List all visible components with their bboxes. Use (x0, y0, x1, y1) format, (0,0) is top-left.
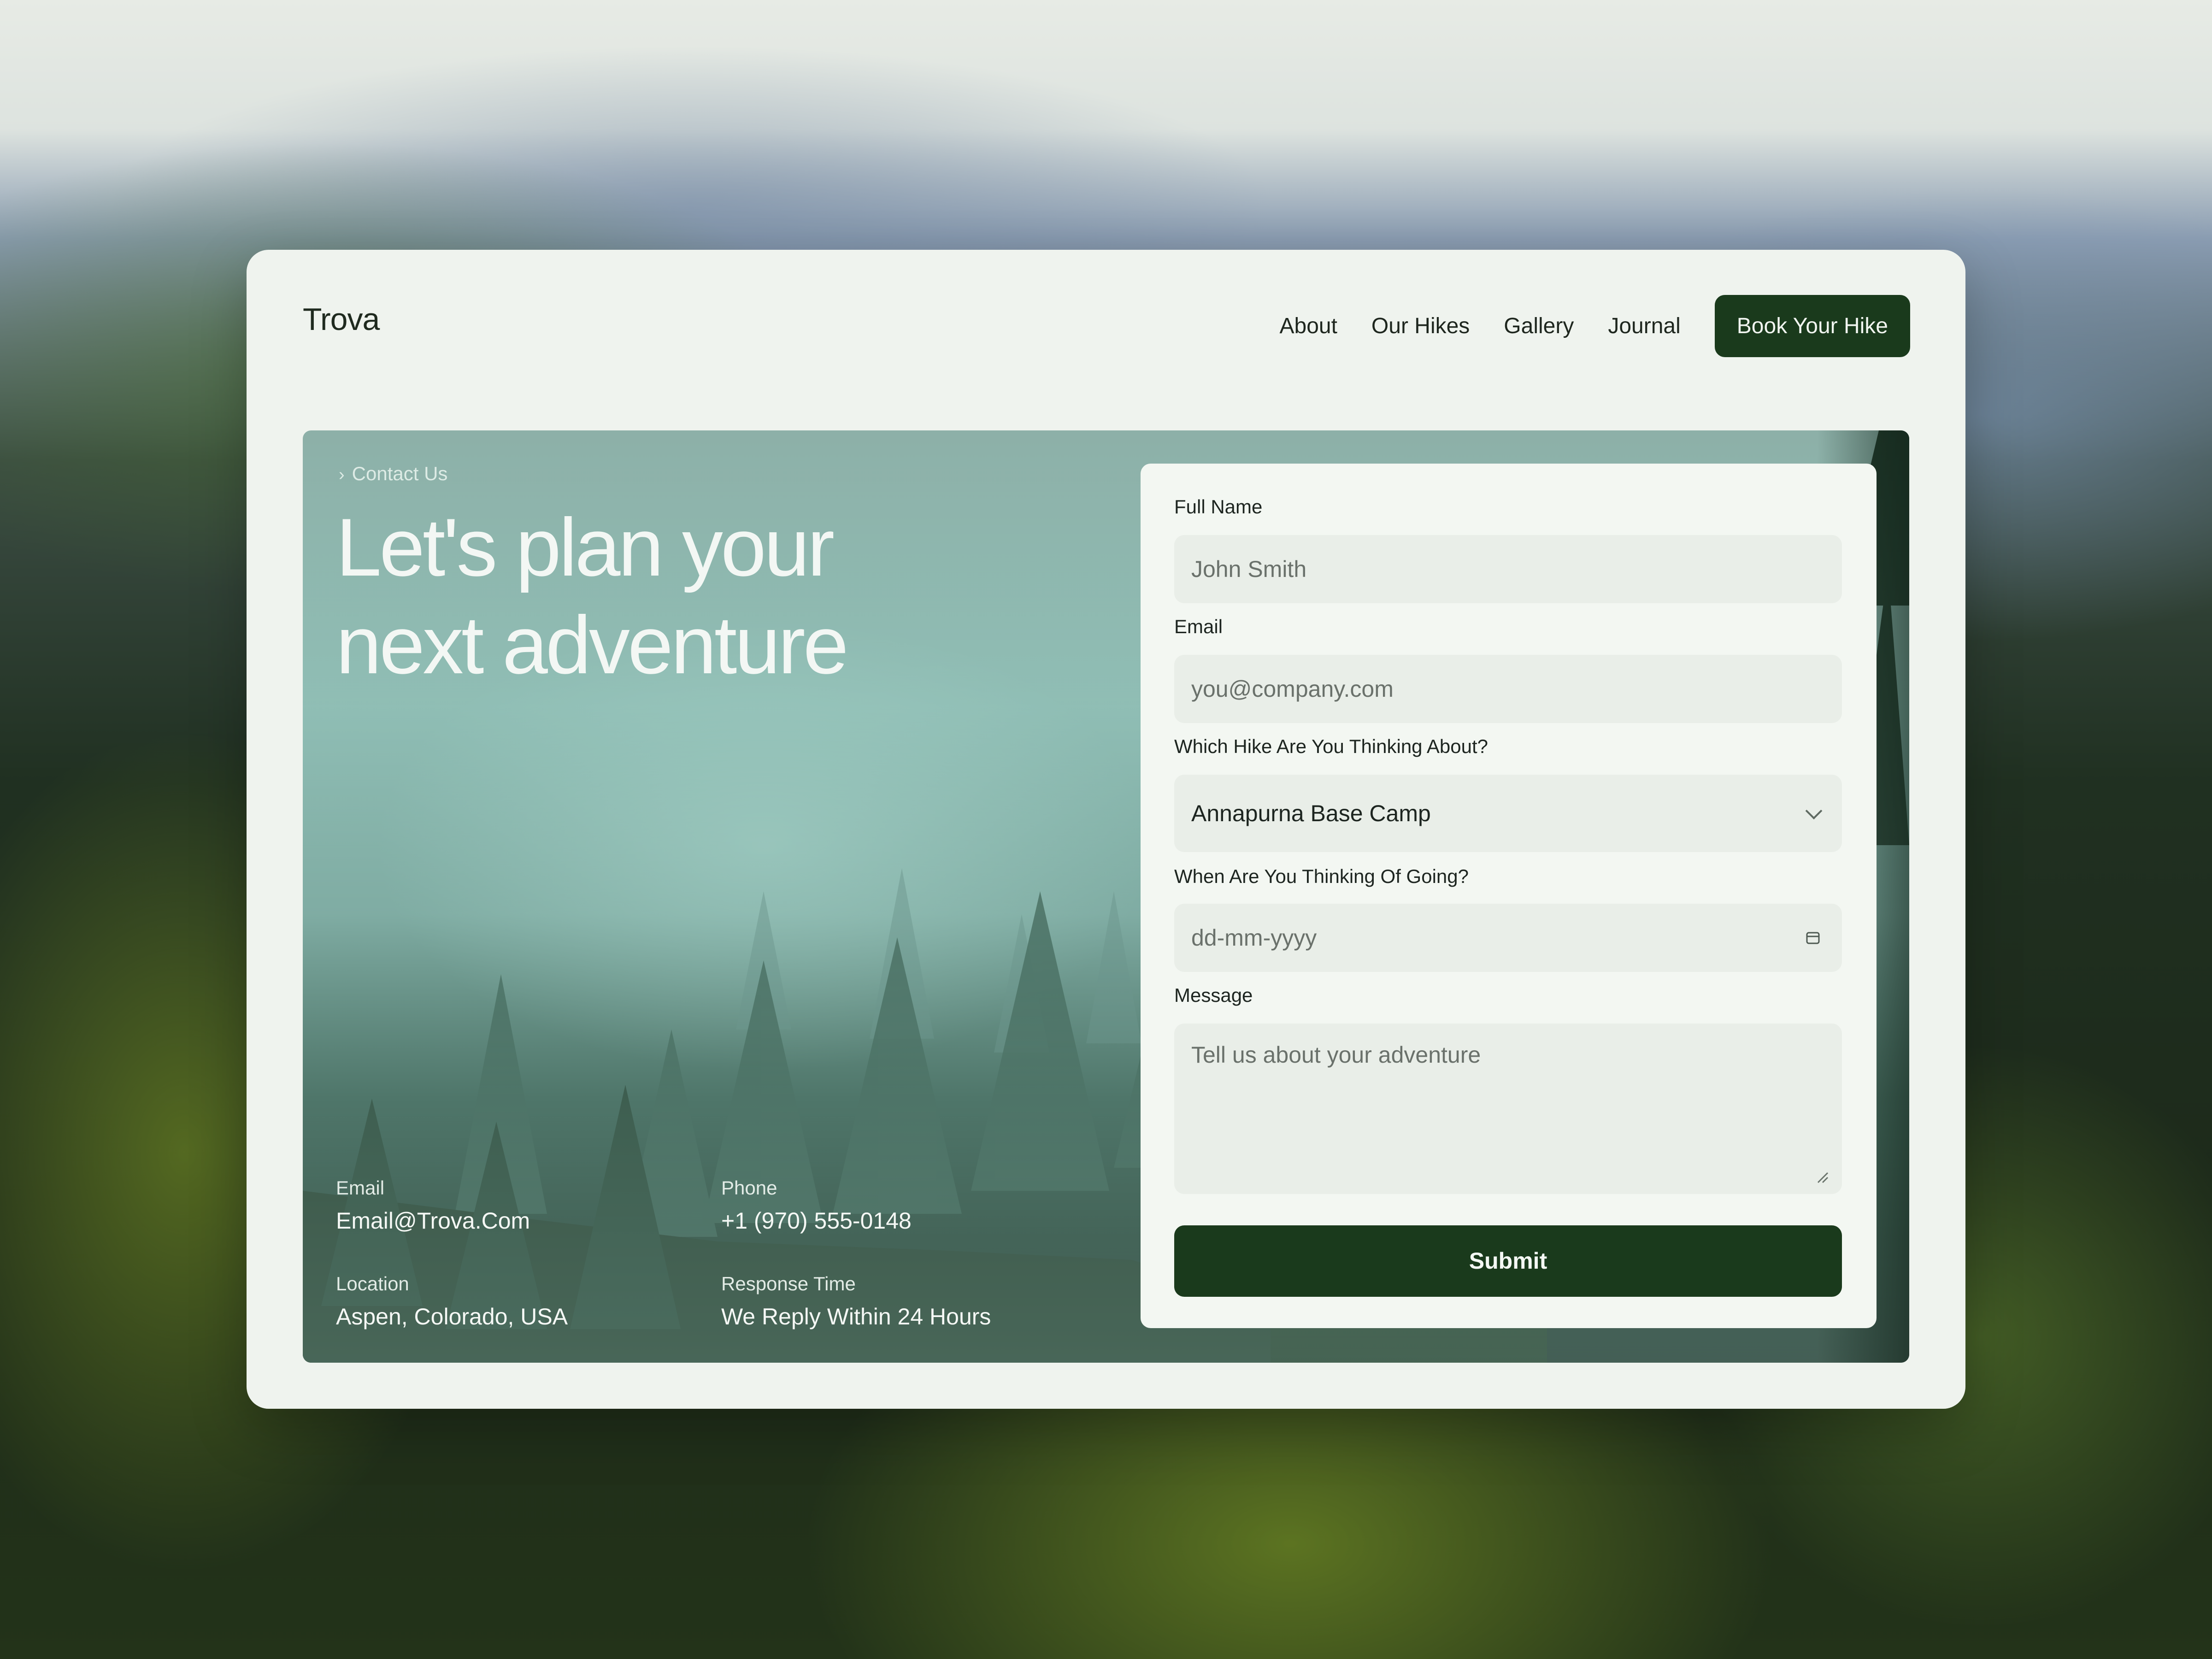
contact-phone-block: Phone +1 (970) 555-0148 (721, 1177, 912, 1234)
contact-form: Full Name John Smith Email you@company.c… (1141, 464, 1877, 1328)
email-label: Email (1174, 616, 1223, 637)
date-placeholder: dd-mm-yyyy (1191, 925, 1317, 951)
submit-button[interactable]: Submit (1174, 1225, 1842, 1297)
date-input[interactable]: dd-mm-yyyy (1174, 904, 1842, 972)
full-name-label: Full Name (1174, 496, 1263, 518)
hike-select[interactable]: Annapurna Base Camp (1174, 775, 1842, 852)
contact-location-value: Aspen, Colorado, USA (336, 1304, 568, 1330)
headline-line-2: next adventure (336, 599, 849, 691)
contact-phone-value[interactable]: +1 (970) 555-0148 (721, 1207, 912, 1234)
nav-link-our-hikes[interactable]: Our Hikes (1371, 313, 1470, 339)
contact-email-block: Email Email@Trova.Com (336, 1177, 530, 1234)
breadcrumb-contact-us[interactable]: Contact Us (352, 463, 448, 484)
contact-response-label: Response Time (721, 1273, 856, 1294)
headline-line-1: Let's plan your (336, 501, 835, 593)
breadcrumb: › Contact Us (339, 463, 447, 485)
contact-phone-label: Phone (721, 1177, 777, 1199)
contact-response-block: Response Time We Reply Within 24 Hours (721, 1273, 991, 1330)
resize-grip-icon[interactable] (1815, 1170, 1829, 1184)
contact-location-block: Location Aspen, Colorado, USA (336, 1273, 568, 1330)
chevron-right-icon: › (339, 465, 345, 484)
calendar-icon[interactable] (1806, 931, 1820, 944)
nav-link-gallery[interactable]: Gallery (1504, 313, 1574, 339)
nav-link-about[interactable]: About (1279, 313, 1337, 339)
brand-logo[interactable]: Trova (303, 301, 380, 337)
email-input[interactable]: you@company.com (1174, 655, 1842, 723)
message-textarea[interactable]: Tell us about your adventure (1174, 1024, 1842, 1194)
message-label: Message (1174, 984, 1253, 1006)
contact-location-label: Location (336, 1273, 409, 1294)
contact-email-value[interactable]: Email@Trova.Com (336, 1207, 530, 1234)
full-name-input[interactable]: John Smith (1174, 535, 1842, 603)
chevron-down-icon[interactable] (1805, 802, 1823, 820)
hike-select-label: Which Hike Are You Thinking About? (1174, 735, 1488, 757)
contact-card: Trova About Our Hikes Gallery Journal Bo… (247, 250, 1965, 1409)
main-nav: About Our Hikes Gallery Journal Book You… (1279, 295, 1910, 357)
hero-panel: › Contact Us Let's plan your next adventu… (303, 430, 1909, 1363)
full-name-placeholder: John Smith (1191, 556, 1307, 582)
book-your-hike-button[interactable]: Book Your Hike (1714, 295, 1910, 357)
hike-select-value: Annapurna Base Camp (1191, 800, 1431, 826)
email-placeholder: you@company.com (1191, 676, 1394, 702)
message-placeholder: Tell us about your adventure (1191, 1042, 1481, 1068)
page-headline: Let's plan your next adventure (336, 499, 1027, 694)
date-label: When Are You Thinking Of Going? (1174, 865, 1469, 887)
contact-email-label: Email (336, 1177, 385, 1199)
nav-link-journal[interactable]: Journal (1608, 313, 1680, 339)
contact-response-value: We Reply Within 24 Hours (721, 1304, 991, 1330)
